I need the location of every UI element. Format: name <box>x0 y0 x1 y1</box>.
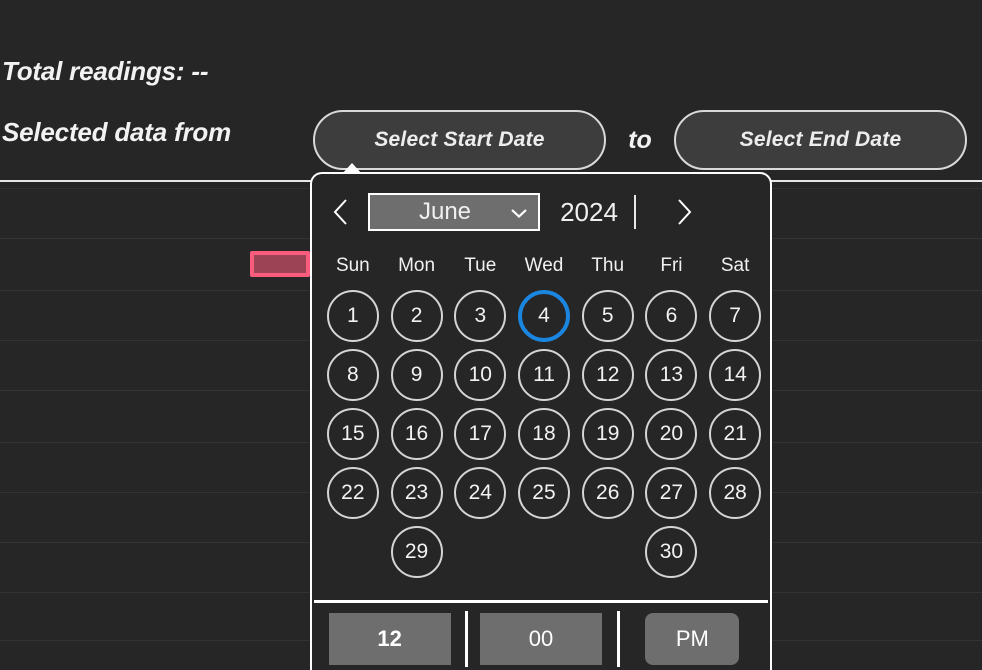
calendar-day-empty <box>709 526 761 578</box>
year-value: 2024 <box>560 197 618 228</box>
calendar-day[interactable]: 28 <box>709 467 761 519</box>
calendar-day[interactable]: 10 <box>454 349 506 401</box>
total-readings-label: Total readings: <box>2 56 184 86</box>
calendar-day-empty <box>582 526 634 578</box>
meridiem-toggle[interactable]: PM <box>645 613 739 665</box>
weekday-header: Sun Mon Tue Wed Thu Fri Sat <box>321 252 767 280</box>
app-root: Total readings: -- Selected data from Se… <box>0 0 982 670</box>
popup-pointer-arrow <box>342 163 362 174</box>
calendar-day[interactable]: 17 <box>454 408 506 460</box>
weekday-label: Sun <box>321 252 385 280</box>
total-readings-value: -- <box>191 56 208 86</box>
calendar-day[interactable]: 18 <box>518 408 570 460</box>
weekday-label: Thu <box>576 252 640 280</box>
calendar-day[interactable]: 16 <box>391 408 443 460</box>
calendar-day[interactable]: 29 <box>391 526 443 578</box>
month-select[interactable]: June <box>368 193 540 231</box>
calendar-day[interactable]: 7 <box>709 290 761 342</box>
year-input[interactable]: 2024 <box>540 192 656 232</box>
calendar-day-empty <box>454 526 506 578</box>
dashboard-header: Total readings: -- Selected data from Se… <box>0 0 982 182</box>
calendar-day[interactable]: 23 <box>391 467 443 519</box>
calendar-day-today[interactable]: 4 <box>518 290 570 342</box>
range-separator-label: to <box>606 126 674 155</box>
calendar-day[interactable]: 14 <box>709 349 761 401</box>
calendar-day[interactable]: 21 <box>709 408 761 460</box>
year-text-cursor <box>634 195 636 229</box>
calendar-day[interactable]: 24 <box>454 467 506 519</box>
calendar-day-empty <box>518 526 570 578</box>
calendar-day[interactable]: 15 <box>327 408 379 460</box>
month-select-value: June <box>380 198 510 226</box>
calendar-day-empty <box>327 526 379 578</box>
calendar-day[interactable]: 19 <box>582 408 634 460</box>
calendar-day[interactable]: 20 <box>645 408 697 460</box>
weekday-label: Wed <box>512 252 576 280</box>
calendar-day-grid: 1234567891011121314151617181920212223242… <box>321 286 767 581</box>
calendar-day[interactable]: 25 <box>518 467 570 519</box>
summary-block: Total readings: -- Selected data from <box>2 54 332 149</box>
weekday-label: Mon <box>385 252 449 280</box>
weekday-label: Sat <box>703 252 767 280</box>
meridiem-cell: PM <box>617 608 768 670</box>
legend-swatch-icon <box>250 251 310 277</box>
calendar-day[interactable]: 2 <box>391 290 443 342</box>
minute-input[interactable]: 00 <box>480 613 602 665</box>
hour-cell: 12 <box>314 608 465 670</box>
select-end-date-button[interactable]: Select End Date <box>674 110 967 170</box>
calendar-day[interactable]: 6 <box>645 290 697 342</box>
calendar-day[interactable]: 1 <box>327 290 379 342</box>
weekday-label: Tue <box>448 252 512 280</box>
calendar-day[interactable]: 11 <box>518 349 570 401</box>
calendar-day[interactable]: 5 <box>582 290 634 342</box>
calendar-day[interactable]: 12 <box>582 349 634 401</box>
calendar-day[interactable]: 3 <box>454 290 506 342</box>
date-range-row: Select Start Date to Select End Date <box>313 110 967 170</box>
select-start-date-button[interactable]: Select Start Date <box>313 110 606 170</box>
minute-cell: 00 <box>465 608 616 670</box>
calendar-day[interactable]: 30 <box>645 526 697 578</box>
calendar-nav: June 2024 <box>312 182 770 242</box>
weekday-label: Fri <box>640 252 704 280</box>
chevron-right-icon[interactable] <box>656 182 712 242</box>
hour-input[interactable]: 12 <box>329 613 451 665</box>
calendar-day[interactable]: 8 <box>327 349 379 401</box>
selected-data-label: Selected data from <box>2 115 332 149</box>
calendar-day[interactable]: 26 <box>582 467 634 519</box>
time-selector: 12 00 PM <box>314 600 768 670</box>
date-picker-popup: June 2024 Sun Mon Tue Wed <box>310 172 772 670</box>
chevron-down-icon <box>510 198 528 226</box>
chevron-left-icon[interactable] <box>312 182 368 242</box>
calendar-day[interactable]: 13 <box>645 349 697 401</box>
calendar-day[interactable]: 27 <box>645 467 697 519</box>
total-readings-line: Total readings: -- <box>2 54 332 88</box>
calendar-day[interactable]: 22 <box>327 467 379 519</box>
calendar-day[interactable]: 9 <box>391 349 443 401</box>
